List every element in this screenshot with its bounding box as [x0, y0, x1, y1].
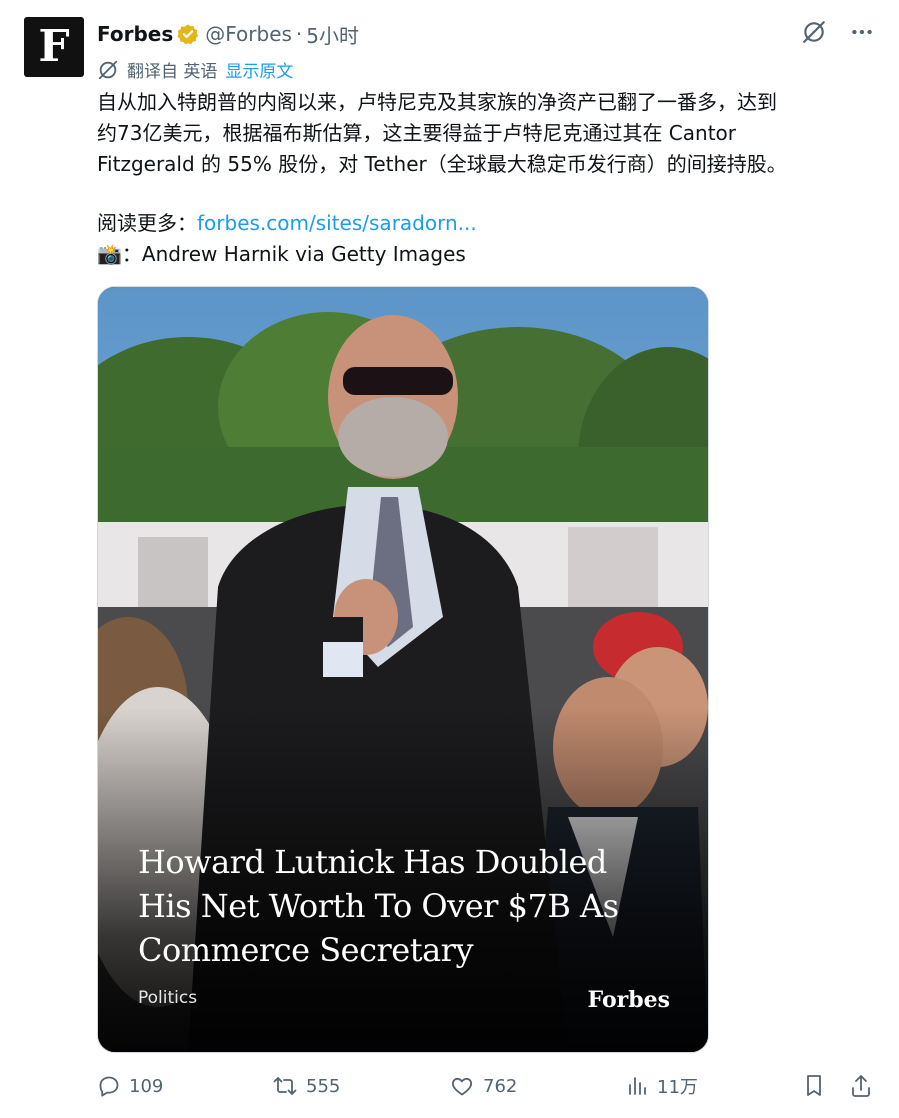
tweet-text-line: Fitzgerald 的 55% 股份，对 Tether（全球最大稳定币发行商）…: [97, 152, 787, 176]
article-link[interactable]: forbes.com/sites/saradorn...: [197, 211, 477, 235]
translate-icon: [98, 60, 118, 79]
top-actions: [801, 19, 875, 45]
article-headline: Howard Lutnick Has Doubled His Net Worth…: [138, 840, 678, 972]
share-button[interactable]: [849, 1071, 873, 1101]
views-icon: [629, 1077, 646, 1095]
headline-line: Commerce Secretary: [138, 931, 474, 969]
grok-icon[interactable]: [801, 19, 827, 45]
action-bar: 109 555 762 11万: [97, 1071, 877, 1101]
header-separator: ·: [295, 22, 303, 46]
photo-credit: ：Andrew Harnik via Getty Images: [121, 242, 466, 266]
tweet-text-line: 约73亿美元，根据福布斯估算，这主要得益于卢特尼克通过其在 Cantor: [97, 121, 737, 145]
repost-count: 555: [306, 1075, 341, 1097]
views-button[interactable]: 11万: [625, 1071, 698, 1101]
read-more-line: 阅读更多：forbes.com/sites/saradorn...: [97, 208, 877, 239]
more-options-icon[interactable]: [849, 19, 875, 45]
author-handle[interactable]: @Forbes: [205, 22, 292, 46]
article-card[interactable]: Howard Lutnick Has Doubled His Net Worth…: [97, 286, 709, 1053]
repost-icon: [273, 1077, 297, 1095]
repost-button[interactable]: 555: [272, 1071, 340, 1101]
forbes-logo: Forbes: [587, 987, 670, 1013]
share-icon: [852, 1075, 870, 1097]
tweet-text: 自从加入特朗普的内阁以来，卢特尼克及其家族的净资产已翻了一番多，达到 约73亿美…: [97, 87, 877, 270]
author-name[interactable]: Forbes: [97, 22, 173, 46]
reply-count: 109: [129, 1075, 164, 1097]
camera-icon: 📸: [97, 242, 122, 266]
avatar-letter: F: [38, 21, 70, 72]
view-count: 11万: [657, 1077, 698, 1098]
headline-line: Howard Lutnick Has Doubled: [138, 843, 607, 881]
avatar[interactable]: F: [24, 17, 84, 77]
bookmark-icon: [807, 1075, 821, 1096]
like-count: 762: [483, 1075, 518, 1097]
bookmark-button[interactable]: [802, 1071, 826, 1101]
post-time[interactable]: 5小时: [306, 20, 359, 49]
reply-icon: [99, 1076, 119, 1097]
heart-icon: [451, 1077, 473, 1096]
article-category: Politics: [138, 988, 198, 1008]
like-button[interactable]: 762: [449, 1071, 517, 1101]
tweet-text-line: 自从加入特朗普的内阁以来，卢特尼克及其家族的净资产已翻了一番多，达到: [97, 90, 777, 114]
translation-row: 翻译自 英语 显示原文: [97, 57, 293, 82]
headline-line: His Net Worth To Over $7B As: [138, 887, 619, 925]
show-original-link[interactable]: 显示原文: [225, 57, 293, 82]
read-more-label: 阅读更多：: [97, 211, 197, 235]
translated-from-label: 翻译自 英语: [127, 62, 218, 82]
reply-button[interactable]: 109: [97, 1071, 163, 1101]
photo-credit-line: 📸：Andrew Harnik via Getty Images: [97, 239, 877, 270]
tweet-header: Forbes @Forbes · 5小时: [97, 20, 359, 48]
verified-badge-icon: [177, 24, 199, 45]
